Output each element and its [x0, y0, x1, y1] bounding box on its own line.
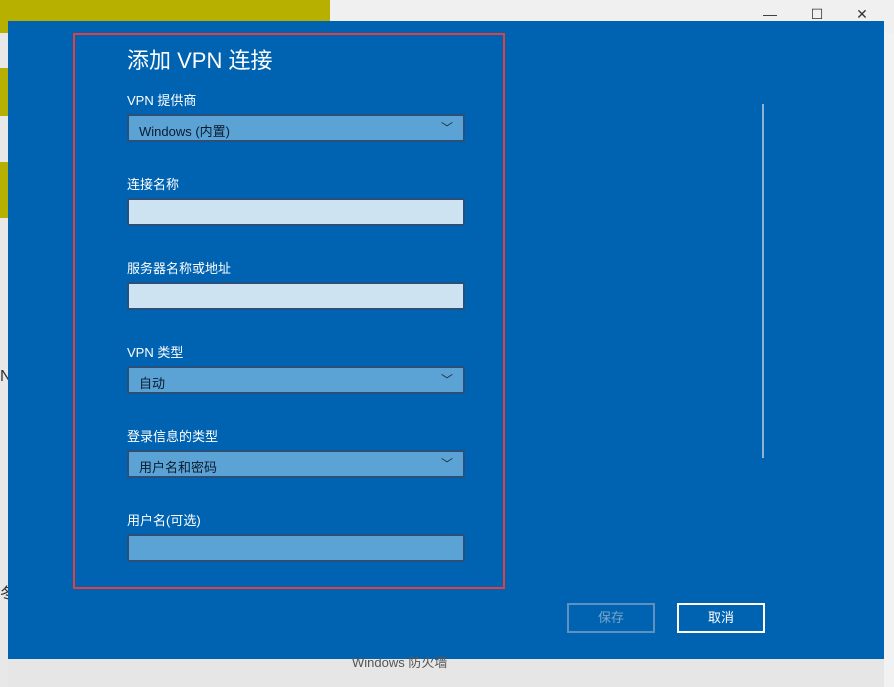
connection-name-input[interactable] — [127, 198, 465, 226]
background-banner — [0, 162, 8, 218]
save-button[interactable]: 保存 — [567, 603, 655, 633]
dialog-title: 添加 VPN 连接 — [127, 48, 273, 73]
vpn-type-value: 自动 — [139, 376, 166, 391]
username-input[interactable] — [127, 534, 465, 562]
signin-type-select[interactable]: 用户名和密码 ﹀ — [127, 450, 465, 478]
chevron-down-icon: ﹀ — [440, 121, 453, 135]
connection-name-label: 连接名称 — [127, 177, 180, 192]
vpn-type-select[interactable]: 自动 ﹀ — [127, 366, 465, 394]
background-text: Windows 防火墙 — [352, 655, 448, 670]
vpn-provider-value: Windows (内置) — [139, 124, 231, 139]
chevron-down-icon: ﹀ — [440, 457, 453, 471]
vpn-provider-label: VPN 提供商 — [127, 93, 197, 108]
minimize-icon[interactable]: — — [756, 6, 784, 22]
dialog-scrollbar[interactable] — [762, 104, 764, 458]
signin-type-value: 用户名和密码 — [139, 460, 218, 475]
username-label: 用户名(可选) — [127, 513, 201, 528]
signin-type-label: 登录信息的类型 — [127, 429, 219, 444]
server-address-label: 服务器名称或地址 — [127, 261, 232, 276]
cancel-button[interactable]: 取消 — [677, 603, 765, 633]
vpn-provider-select[interactable]: Windows (内置) ﹀ — [127, 114, 465, 142]
vpn-type-label: VPN 类型 — [127, 345, 184, 360]
server-address-input[interactable] — [127, 282, 465, 310]
chevron-down-icon: ﹀ — [440, 373, 453, 387]
background-banner — [0, 68, 8, 116]
